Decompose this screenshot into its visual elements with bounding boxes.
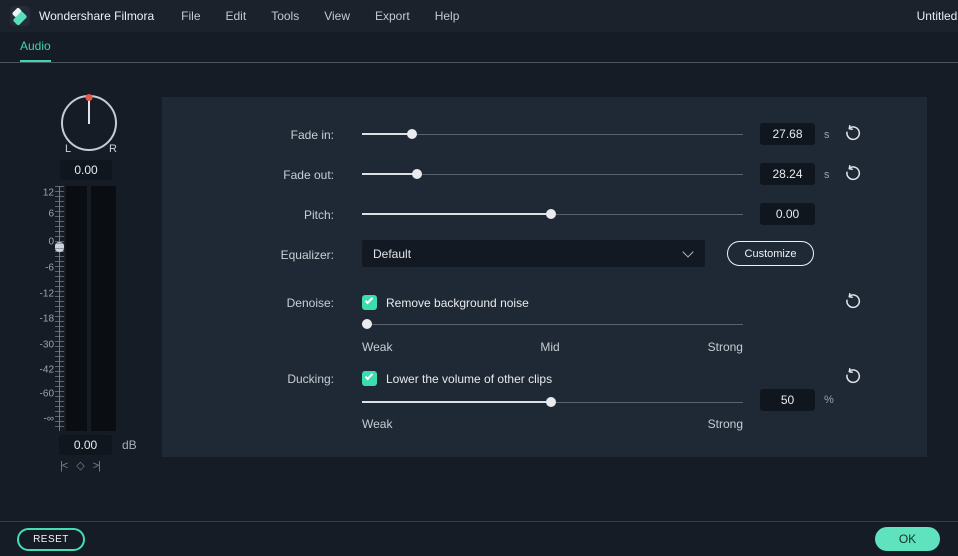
meter-scale-tick: -18 bbox=[39, 313, 54, 325]
menu-tools[interactable]: Tools bbox=[271, 9, 299, 23]
meter-scale-tick: -60 bbox=[39, 388, 54, 400]
knob-needle bbox=[88, 100, 90, 124]
fade-out-reset-icon[interactable] bbox=[843, 165, 861, 183]
audio-settings-panel: Fade in: 27.68 s Fade out: 28.24 s Pitch… bbox=[162, 97, 927, 457]
menu-view[interactable]: View bbox=[324, 9, 350, 23]
menu-export[interactable]: Export bbox=[375, 9, 410, 23]
equalizer-dropdown[interactable]: Default bbox=[362, 240, 705, 267]
denoise-scale-labels: Weak Mid Strong bbox=[362, 340, 743, 354]
denoise-mid-label: Mid bbox=[540, 340, 560, 354]
denoise-checkbox-label: Remove background noise bbox=[386, 296, 529, 310]
volume-slider-track[interactable] bbox=[55, 186, 64, 431]
denoise-weak-label: Weak bbox=[362, 340, 393, 354]
audio-settings-content: L R 0.00 12 6 0 -6 -12 -18 -30 -42 -60 -… bbox=[0, 64, 958, 521]
menu-help[interactable]: Help bbox=[435, 9, 460, 23]
prev-keyframe-icon[interactable]: |< bbox=[60, 460, 68, 472]
knob-indicator-dot bbox=[85, 94, 93, 101]
menu-edit[interactable]: Edit bbox=[226, 9, 247, 23]
ducking-strength-slider[interactable] bbox=[362, 397, 743, 407]
fade-out-label: Fade out: bbox=[283, 168, 334, 182]
keyframe-controls: |< ◇ >| bbox=[60, 459, 101, 473]
pitch-slider[interactable] bbox=[362, 209, 743, 219]
level-meter-left bbox=[66, 186, 87, 431]
knob-left-label: L bbox=[65, 143, 72, 155]
check-icon bbox=[364, 295, 374, 305]
tab-audio[interactable]: Audio bbox=[20, 39, 51, 62]
denoise-strength-slider[interactable] bbox=[362, 319, 743, 329]
volume-unit-label: dB bbox=[122, 438, 137, 452]
fade-in-reset-icon[interactable] bbox=[843, 125, 861, 143]
ducking-reset-icon[interactable] bbox=[843, 368, 861, 386]
meter-scale-tick: -12 bbox=[39, 288, 54, 300]
denoise-reset-icon[interactable] bbox=[843, 293, 861, 311]
fade-out-value-field[interactable]: 28.24 bbox=[760, 163, 815, 185]
ducking-label: Ducking: bbox=[287, 372, 334, 386]
meter-scale-tick: -∞ bbox=[43, 413, 54, 425]
add-keyframe-icon[interactable]: ◇ bbox=[76, 459, 85, 472]
balance-value-field[interactable]: 0.00 bbox=[60, 160, 112, 180]
volume-slider-handle[interactable] bbox=[53, 239, 66, 255]
ok-button[interactable]: OK bbox=[875, 527, 940, 551]
fade-in-value-field[interactable]: 27.68 bbox=[760, 123, 815, 145]
meter-scale-tick: -42 bbox=[39, 364, 54, 376]
app-title: Wondershare Filmora bbox=[39, 9, 155, 23]
meter-scale-tick: 12 bbox=[42, 187, 54, 199]
menu-file[interactable]: File bbox=[181, 9, 200, 23]
ducking-checkbox[interactable] bbox=[362, 371, 377, 386]
ducking-value-field[interactable]: 50 bbox=[760, 389, 815, 411]
ducking-unit-label: % bbox=[824, 394, 834, 406]
meter-scale-tick: 6 bbox=[48, 208, 54, 220]
chevron-down-icon bbox=[682, 245, 694, 258]
footer-bar: RESET OK bbox=[0, 521, 958, 556]
denoise-strong-label: Strong bbox=[707, 340, 743, 354]
meter-scale-tick: -30 bbox=[39, 339, 54, 351]
document-title: Untitled : bbox=[916, 9, 958, 23]
filmora-logo-icon bbox=[10, 6, 30, 26]
ducking-strong-label: Strong bbox=[707, 417, 743, 431]
knob-right-label: R bbox=[109, 143, 117, 155]
check-icon bbox=[364, 371, 374, 381]
tab-bar: Audio bbox=[0, 32, 958, 63]
menu-bar: File Edit Tools View Export Help bbox=[181, 9, 459, 23]
customize-button[interactable]: Customize bbox=[727, 241, 814, 266]
meter-scale-tick: -6 bbox=[45, 262, 54, 274]
reset-button[interactable]: RESET bbox=[17, 528, 85, 551]
fade-out-unit-label: s bbox=[824, 169, 830, 181]
fade-in-slider[interactable] bbox=[362, 129, 743, 139]
next-keyframe-icon[interactable]: >| bbox=[93, 460, 101, 472]
fade-in-label: Fade in: bbox=[290, 128, 334, 142]
equalizer-selected-value: Default bbox=[373, 246, 412, 261]
ducking-weak-label: Weak bbox=[362, 417, 393, 431]
pitch-label: Pitch: bbox=[303, 208, 334, 222]
filmora-window: Wondershare Filmora File Edit Tools View… bbox=[0, 0, 958, 556]
equalizer-label: Equalizer: bbox=[280, 248, 334, 262]
ducking-checkbox-label: Lower the volume of other clips bbox=[386, 372, 553, 386]
fade-in-unit-label: s bbox=[824, 129, 830, 141]
fade-out-slider[interactable] bbox=[362, 169, 743, 179]
volume-value-field[interactable]: 0.00 bbox=[59, 435, 112, 455]
level-meter-right bbox=[91, 186, 116, 431]
denoise-label: Denoise: bbox=[286, 296, 334, 310]
pitch-value-field[interactable]: 0.00 bbox=[760, 203, 815, 225]
titlebar: Wondershare Filmora File Edit Tools View… bbox=[0, 0, 958, 32]
ducking-scale-labels: Weak Strong bbox=[362, 417, 743, 431]
denoise-checkbox[interactable] bbox=[362, 295, 377, 310]
meter-scale-tick: 0 bbox=[48, 236, 54, 248]
